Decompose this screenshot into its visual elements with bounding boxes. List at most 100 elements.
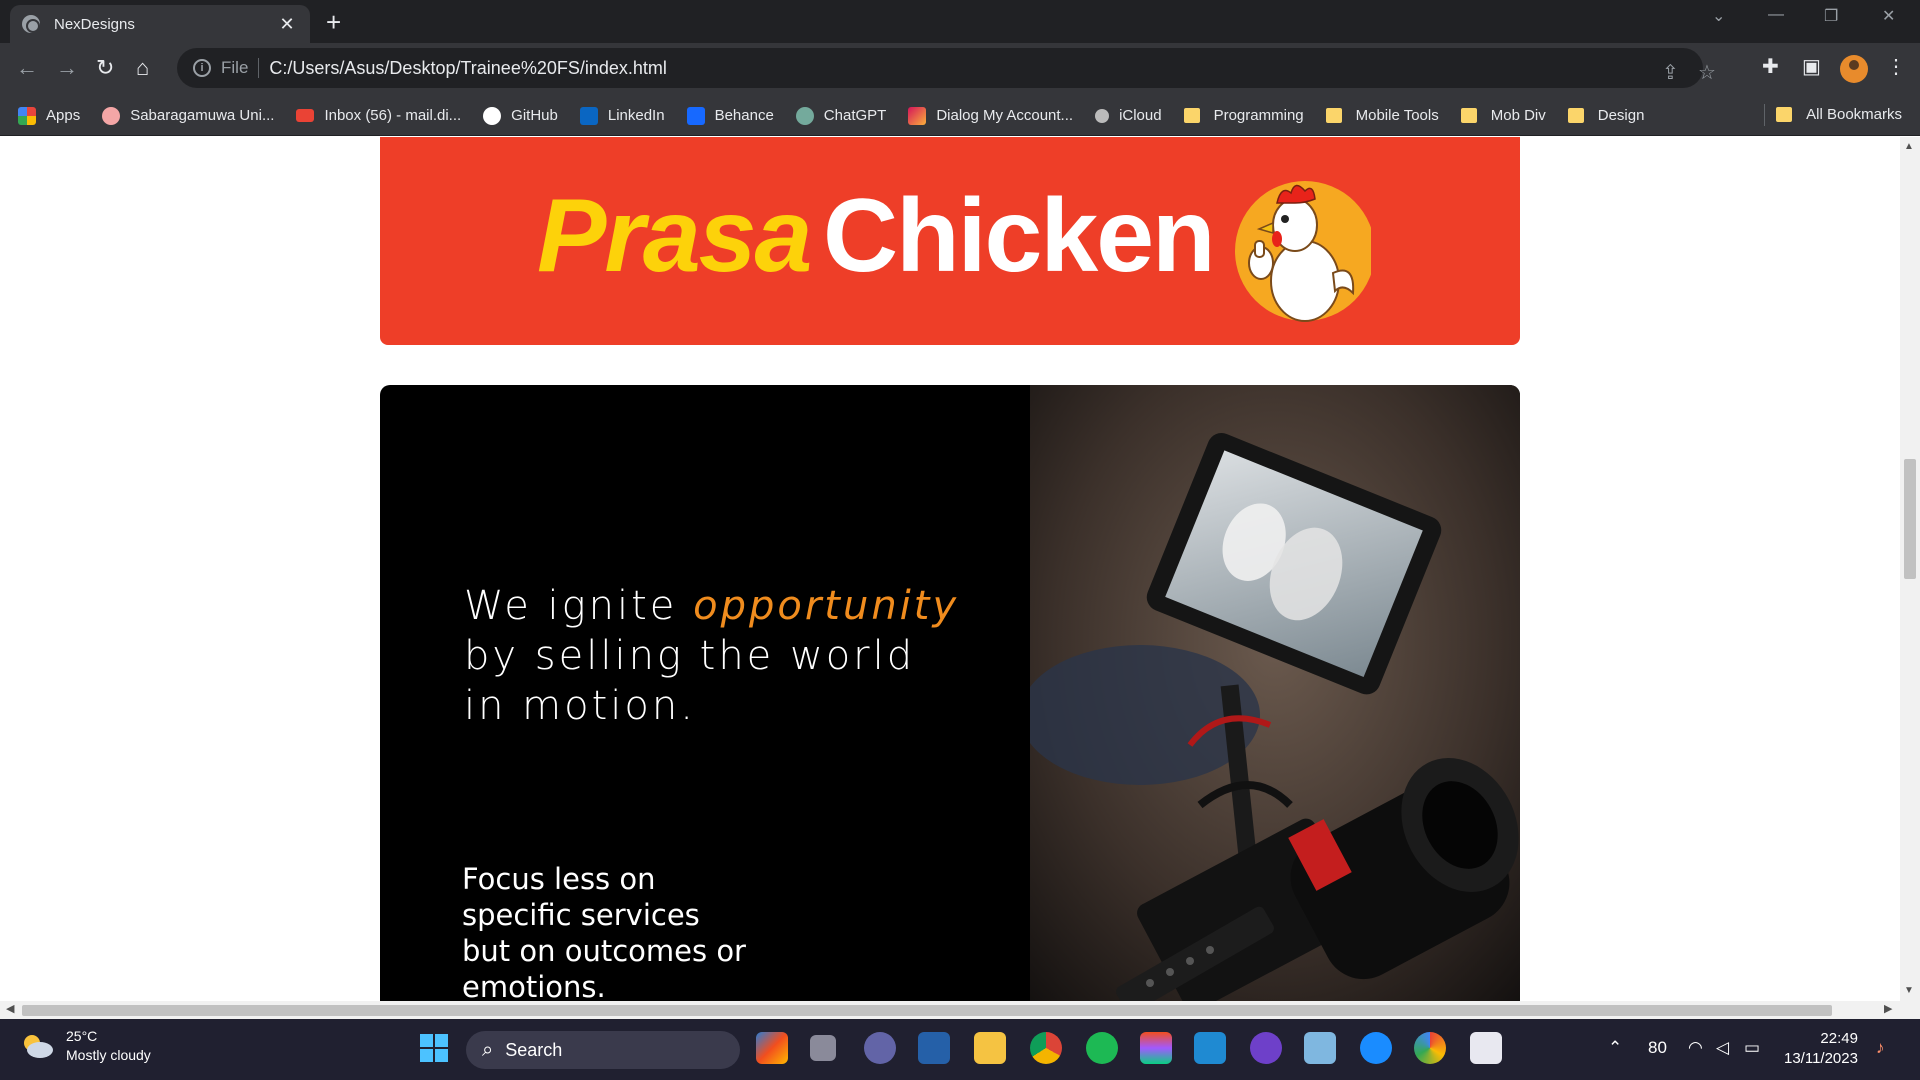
address-bar[interactable]: i File C:/Users/Asus/Desktop/Trainee%20F… [177,48,1716,88]
tab-close-icon[interactable]: ✕ [276,14,298,35]
chatgpt-icon [795,106,814,125]
bookmark-label: Design [1597,107,1645,124]
back-icon[interactable]: ← [16,55,38,81]
windows-taskbar: 25°C Mostly cloudy ⌕ Search ⌃ 80 ◠ ◁ ▭ 2… [0,1019,1920,1080]
bookmark-github[interactable]: GitHub [483,106,558,125]
bookmark-folder-mobile-tools[interactable]: Mobile Tools [1325,107,1439,124]
share-icon[interactable]: ⇪ [1662,60,1679,85]
tab-strip: NexDesigns ✕ + ⌄ — ❐ ✕ [0,0,1920,43]
headline-highlight: opportunity [693,583,960,629]
copilot-icon[interactable] [756,1032,788,1064]
notification-bell-icon[interactable]: ♪ [1876,1038,1885,1058]
horizontal-scroll-thumb[interactable] [22,1005,1832,1016]
snipping-tool-icon[interactable] [1470,1032,1502,1064]
vertical-scroll-thumb[interactable] [1904,459,1916,579]
linkedin-icon [579,106,598,125]
browser-tab[interactable]: NexDesigns ✕ [10,5,310,43]
bookmark-star-icon[interactable]: ☆ [1698,60,1716,85]
spotify-icon[interactable] [1086,1032,1118,1064]
bookmark-behance[interactable]: Behance [686,106,774,125]
bookmark-label: Mob Div [1490,107,1546,124]
bookmark-folder-mob-div[interactable]: Mob Div [1460,107,1546,124]
search-icon: ⌕ [482,1038,494,1061]
figma-icon[interactable] [1140,1032,1172,1064]
hero-subtext: Focus less on specific services but on o… [462,861,746,1001]
menu-kebab-icon[interactable]: ⋮ [1886,54,1906,79]
reload-icon[interactable]: ↻ [96,55,114,81]
address-url[interactable]: C:/Users/Asus/Desktop/Trainee%20FS/index… [269,58,667,79]
battery-icon[interactable]: ▭ [1744,1038,1760,1058]
folder-icon [1567,108,1584,123]
bookmark-dialog[interactable]: Dialog My Account... [908,106,1073,125]
vscode-icon[interactable] [1194,1032,1226,1064]
bookmark-label: All Bookmarks [1806,106,1902,123]
restore-icon[interactable]: ❐ [1824,6,1838,26]
globe-icon [22,15,40,33]
bookmark-label: GitHub [511,107,558,124]
page-viewport: Prasa Chicken We ignite opportunity by s… [0,137,1900,1001]
taskbar-search[interactable]: ⌕ Search [466,1031,740,1069]
side-panel-icon[interactable]: ▣ [1802,54,1821,79]
close-window-icon[interactable]: ✕ [1882,6,1895,26]
bookmark-apps[interactable]: Apps [18,106,81,125]
volume-icon[interactable]: ◁ [1716,1038,1729,1058]
minimize-icon[interactable]: — [1768,6,1784,24]
bookmark-sabaragamuwa[interactable]: Sabaragamuwa Uni... [102,106,274,125]
site-info-icon[interactable]: i [193,59,211,77]
headline-text: by selling the world [464,633,916,679]
weather-widget[interactable]: 25°C Mostly cloudy [20,1027,151,1065]
bookmark-icloud[interactable]: iCloud [1095,107,1162,124]
github-icon [483,106,502,125]
hero-section: We ignite opportunity by selling the wor… [380,385,1520,1001]
address-scheme-label: File [221,58,260,78]
subtext-line: specific services [462,898,700,932]
weather-temperature: 25°C [66,1028,98,1044]
bookmark-label: Behance [714,107,774,124]
bookmark-label: Apps [46,107,81,124]
rooster-mascot-logo [1235,181,1371,322]
windows-start-icon[interactable] [418,1032,450,1064]
bookmark-linkedin[interactable]: LinkedIn [579,106,665,125]
headline-text: We ignite [464,583,694,629]
app-store-icon[interactable] [1360,1032,1392,1064]
file-explorer-icon[interactable] [974,1032,1006,1064]
subtext-line: Focus less on [462,862,656,896]
bookmark-gmail[interactable]: Inbox (56) - mail.di... [296,107,461,124]
new-tab-button[interactable]: + [326,7,341,38]
scroll-up-icon[interactable]: ▲ [1904,141,1914,152]
all-bookmarks-button[interactable]: All Bookmarks [1776,106,1902,123]
scroll-down-icon[interactable]: ▼ [1904,985,1914,996]
apps-grid-icon [18,106,36,125]
bookmark-folder-programming[interactable]: Programming [1183,107,1304,124]
bookmark-label: Programming [1213,107,1304,124]
dialog-icon [908,106,927,125]
brand-name-part2: Chicken [823,178,1216,294]
clock-date: 13/11/2023 [1784,1050,1858,1067]
tray-overflow-icon[interactable]: ⌃ [1608,1038,1622,1058]
task-view-icon[interactable] [810,1035,836,1061]
vertical-scrollbar[interactable]: ▲ ▼ [1900,137,1920,1001]
color-picker-icon[interactable] [1414,1032,1446,1064]
scroll-left-icon[interactable]: ◀ [6,1002,14,1015]
gmail-icon [296,109,315,122]
extensions-icon[interactable]: ✚ [1762,54,1779,79]
wifi-icon[interactable]: ◠ [1688,1038,1703,1058]
chat-icon[interactable] [864,1032,896,1064]
university-icon [102,106,121,125]
tab-title: NexDesigns [54,15,135,33]
bookmark-label: Mobile Tools [1355,107,1439,124]
forward-icon[interactable]: → [56,55,78,81]
github-desktop-icon[interactable] [1250,1032,1282,1064]
scroll-right-icon[interactable]: ▶ [1884,1002,1892,1015]
bookmarks-divider [1764,104,1765,126]
powershell-icon[interactable] [918,1032,950,1064]
system-clock[interactable]: 22:49 13/11/2023 [1784,1029,1858,1069]
performance-monitor-icon[interactable] [1304,1032,1336,1064]
horizontal-scrollbar[interactable]: ◀ ▶ [0,1001,1920,1019]
home-icon[interactable]: ⌂ [136,55,149,81]
chrome-icon[interactable] [1030,1032,1062,1064]
tab-search-icon[interactable]: ⌄ [1712,6,1725,26]
profile-avatar[interactable] [1840,55,1868,83]
bookmark-chatgpt[interactable]: ChatGPT [795,106,886,125]
bookmark-folder-design[interactable]: Design [1567,107,1645,124]
